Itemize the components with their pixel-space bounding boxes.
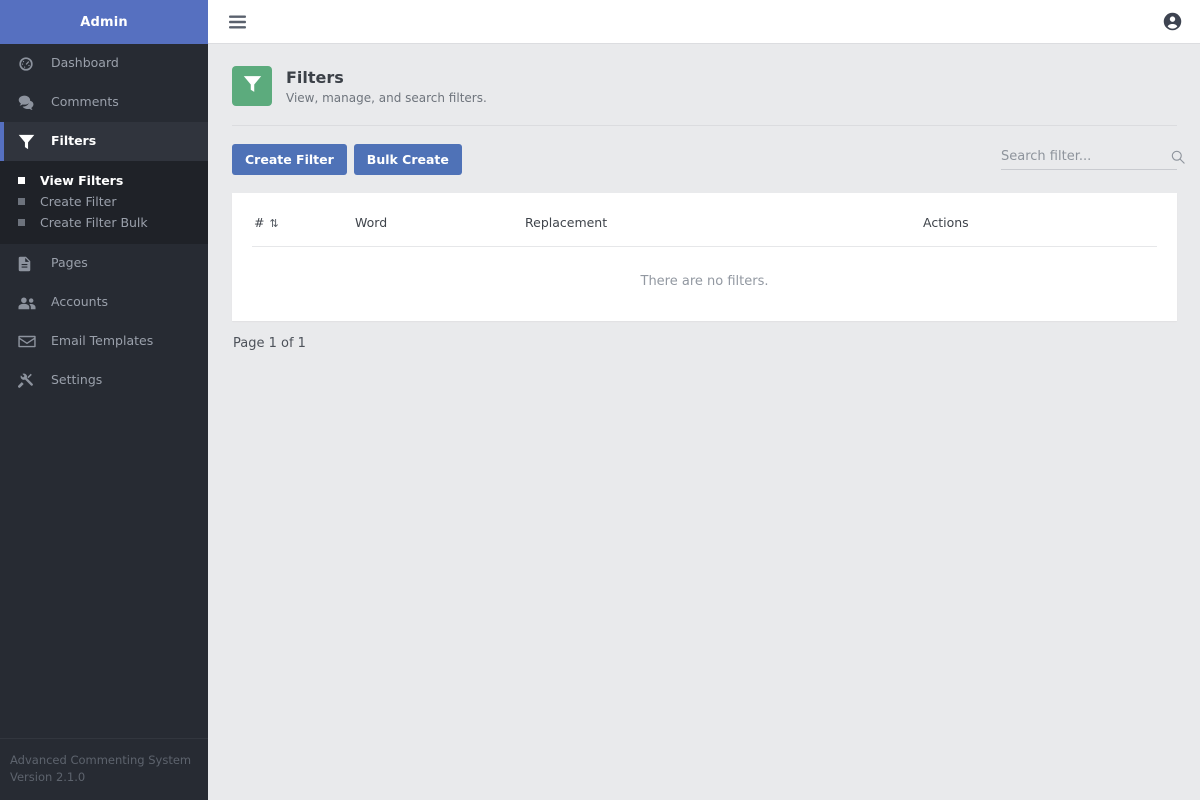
toolbar-buttons: Create Filter Bulk Create: [232, 144, 462, 175]
sidebar-nav-list-lower: Pages Accounts Email Templates Settings: [0, 244, 208, 400]
filters-table-card: # ⇅ Word Replacement Actions There are no…: [232, 193, 1177, 321]
search-input[interactable]: [1001, 149, 1171, 164]
sidebar-brand: Admin: [0, 0, 208, 44]
search-filter-field[interactable]: [1001, 149, 1185, 170]
sidebar-item-filters[interactable]: Filters: [0, 122, 208, 161]
sidebar-subitem-create-filter-bulk[interactable]: Create Filter Bulk: [0, 212, 208, 233]
topbar: [208, 0, 1200, 44]
column-header-word: Word: [355, 193, 525, 247]
sidebar-subitem-label: Create Filter Bulk: [40, 215, 148, 230]
sidebar-item-comments[interactable]: Comments: [0, 83, 208, 122]
sidebar-item-pages[interactable]: Pages: [0, 244, 208, 283]
page-title: Filters: [286, 67, 344, 87]
sidebar-subitem-label: View Filters: [40, 173, 124, 188]
sidebar-nav: Dashboard Comments Filters View Filters: [0, 44, 208, 400]
sidebar-subitem-label: Create Filter: [40, 194, 117, 209]
sidebar-item-label: Email Templates: [51, 333, 154, 349]
tools-icon: [18, 373, 40, 389]
sidebar: Admin Dashboard Comments Filters View Fi…: [0, 0, 208, 800]
table-body: There are no filters.: [252, 247, 1157, 322]
column-label: #: [254, 215, 265, 230]
funnel-icon: [243, 75, 262, 97]
empty-message: There are no filters.: [640, 274, 769, 289]
sidebar-footer-version: Version 2.1.0: [10, 770, 86, 784]
users-icon: [18, 295, 40, 311]
comments-icon: [18, 95, 40, 111]
account-circle-icon[interactable]: [1162, 11, 1183, 32]
page-header: Filters View, manage, and search filters…: [232, 66, 1177, 106]
sidebar-footer-appname: Advanced Commenting System: [10, 753, 192, 767]
column-header-number[interactable]: # ⇅: [252, 193, 355, 247]
sidebar-item-label: Pages: [51, 255, 88, 271]
square-bullet-icon: [18, 198, 25, 205]
sidebar-submenu-filters: View Filters Create Filter Create Filter…: [0, 161, 208, 244]
page-header-icon-box: [232, 66, 272, 106]
sidebar-subitem-view-filters[interactable]: View Filters: [0, 170, 208, 191]
sidebar-item-label: Dashboard: [51, 55, 119, 71]
create-filter-button[interactable]: Create Filter: [232, 144, 347, 175]
sort-icon[interactable]: ⇅: [269, 217, 278, 230]
search-icon[interactable]: [1171, 150, 1185, 164]
filters-table: # ⇅ Word Replacement Actions There are no…: [252, 193, 1157, 321]
sidebar-item-label: Settings: [51, 372, 103, 388]
sidebar-item-dashboard[interactable]: Dashboard: [0, 44, 208, 83]
sidebar-item-label: Comments: [51, 94, 119, 110]
envelope-icon: [18, 334, 40, 350]
table-empty-row: There are no filters.: [252, 247, 1157, 322]
square-bullet-icon: [18, 219, 25, 226]
funnel-icon: [18, 134, 40, 150]
square-bullet-icon: [18, 177, 25, 184]
header-divider: [232, 125, 1177, 126]
column-header-replacement: Replacement: [525, 193, 923, 247]
sidebar-nav-list: Dashboard Comments Filters: [0, 44, 208, 161]
main-region: Filters View, manage, and search filters…: [208, 0, 1200, 800]
page-subtitle: View, manage, and search filters.: [286, 90, 487, 105]
sidebar-footer: Advanced Commenting System Version 2.1.0: [0, 738, 208, 800]
sidebar-subitem-create-filter[interactable]: Create Filter: [0, 191, 208, 212]
bulk-create-button[interactable]: Bulk Create: [353, 144, 462, 175]
toolbar: Create Filter Bulk Create: [232, 144, 1185, 175]
gauge-icon: [18, 56, 40, 72]
sidebar-item-accounts[interactable]: Accounts: [0, 283, 208, 322]
content-area: Filters View, manage, and search filters…: [208, 44, 1200, 351]
sidebar-item-settings[interactable]: Settings: [0, 361, 208, 400]
sidebar-item-label: Filters: [51, 133, 97, 149]
table-header-row: # ⇅ Word Replacement Actions: [252, 193, 1157, 247]
column-header-actions: Actions: [923, 193, 1157, 247]
pagination-label: Page 1 of 1: [233, 336, 306, 351]
table-head: # ⇅ Word Replacement Actions: [252, 193, 1157, 247]
sidebar-item-email-templates[interactable]: Email Templates: [0, 322, 208, 361]
file-icon: [18, 256, 40, 272]
page-header-text: Filters View, manage, and search filters…: [286, 68, 487, 105]
hamburger-icon[interactable]: [229, 15, 246, 29]
sidebar-item-label: Accounts: [51, 294, 108, 310]
